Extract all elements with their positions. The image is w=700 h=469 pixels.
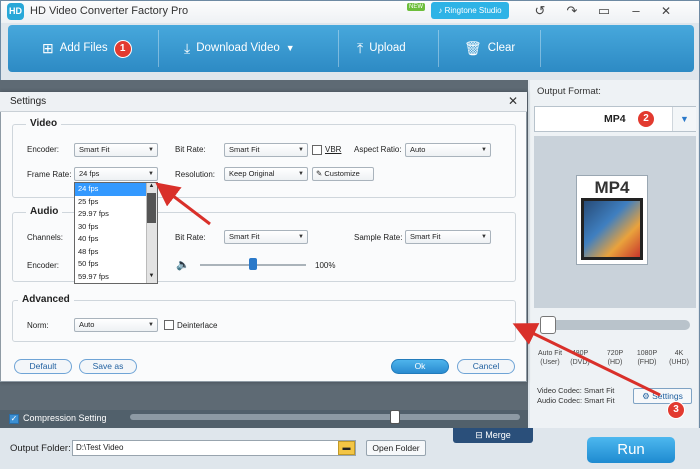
arrow-to-dialog <box>512 323 661 397</box>
arrow-to-frame-rate <box>155 182 211 226</box>
annotation-arrows <box>155 182 661 397</box>
